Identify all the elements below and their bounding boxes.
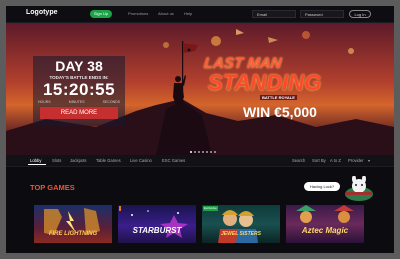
- mascot-icon[interactable]: [342, 176, 376, 202]
- top-navigation-bar: Logotype Sign Up Promotions About us Hel…: [6, 6, 394, 23]
- battle-royale-label: BATTLE ROYALE: [260, 95, 297, 100]
- tab-jackpots[interactable]: Jackpots: [70, 158, 87, 163]
- carousel-dot[interactable]: [214, 151, 216, 153]
- game-title: Aztec Magic: [301, 226, 349, 235]
- game-title: FIRE LIGHTNING: [48, 231, 98, 237]
- carousel-dot[interactable]: [206, 151, 208, 153]
- nav-help[interactable]: Help: [184, 11, 192, 16]
- sort-by-label: Sort By: [312, 158, 326, 163]
- search-link[interactable]: Search: [292, 158, 305, 163]
- game-tile-starburst[interactable]: STARBURST: [118, 205, 196, 243]
- game-tile-fire-lightning[interactable]: FIRE LIGHTNING: [34, 205, 112, 243]
- password-field[interactable]: Password: [300, 10, 344, 18]
- carousel-dot[interactable]: [194, 151, 196, 153]
- exclusive-badge: Exclusive: [203, 206, 218, 211]
- tab-slots[interactable]: Slots: [52, 158, 61, 163]
- provider-select[interactable]: Provider: [348, 158, 364, 163]
- section-title-top-games: TOP GAMES: [30, 183, 75, 192]
- logo[interactable]: Logotype: [26, 9, 58, 16]
- tab-table-games[interactable]: Table Games: [96, 158, 121, 163]
- email-field[interactable]: Email: [252, 10, 296, 18]
- game-artwork: [44, 208, 100, 235]
- read-more-button[interactable]: READ MORE: [40, 107, 118, 119]
- prize-text: WIN €5,000: [243, 104, 317, 120]
- tab-esc-games[interactable]: ESC Games: [162, 158, 185, 163]
- tab-live-casino[interactable]: Live Casino: [130, 158, 152, 163]
- soldier-silhouette: [173, 41, 198, 105]
- hero-banner[interactable]: DAY 38 TODAY'S BATTLE ENDS IN: 15:20:55 …: [6, 23, 394, 155]
- sort-az-select[interactable]: A to Z: [330, 158, 341, 163]
- new-badge: [119, 206, 121, 211]
- game-artwork: [131, 210, 188, 238]
- countdown-panel: DAY 38 TODAY'S BATTLE ENDS IN: 15:20:55 …: [33, 56, 125, 126]
- countdown-timer: 15:20:55: [42, 80, 116, 99]
- carousel-dot[interactable]: [210, 151, 212, 153]
- day-counter: DAY 38: [55, 58, 103, 74]
- game-tile-jewel-sisters[interactable]: Exclusive JEWEL SISTERS: [202, 205, 280, 243]
- unit-minutes: MINUTES: [68, 100, 85, 104]
- headline-standing: STANDING: [208, 70, 322, 95]
- carousel-dots[interactable]: [190, 151, 216, 153]
- carousel-dot[interactable]: [202, 151, 204, 153]
- chat-bubble[interactable]: Having Luck?: [304, 182, 340, 191]
- nav-about-us[interactable]: About us: [158, 11, 174, 16]
- active-tab-indicator: [28, 164, 46, 165]
- tab-lobby[interactable]: Lobby: [30, 158, 41, 163]
- game-title: JEWEL SISTERS: [221, 231, 261, 237]
- nav-promotions[interactable]: Promotions: [128, 11, 148, 16]
- game-tile-aztec-magic[interactable]: Aztec Magic: [286, 205, 364, 243]
- unit-seconds: SECONDS: [102, 100, 120, 104]
- unit-hours: HOURS: [38, 100, 51, 104]
- login-button[interactable]: Log In: [349, 10, 371, 18]
- carousel-dot[interactable]: [190, 151, 192, 153]
- carousel-dot[interactable]: [198, 151, 200, 153]
- chevron-down-icon[interactable]: ▾: [368, 158, 370, 163]
- game-title: STARBURST: [132, 226, 182, 235]
- game-artwork: [296, 205, 354, 223]
- category-bar: Lobby Slots Jackpots Table Games Live Ca…: [6, 155, 394, 167]
- timer-units: HOURS MINUTES SECONDS: [38, 100, 120, 104]
- signup-button[interactable]: Sign Up: [90, 10, 112, 18]
- casino-window: Logotype Sign Up Promotions About us Hel…: [6, 6, 394, 253]
